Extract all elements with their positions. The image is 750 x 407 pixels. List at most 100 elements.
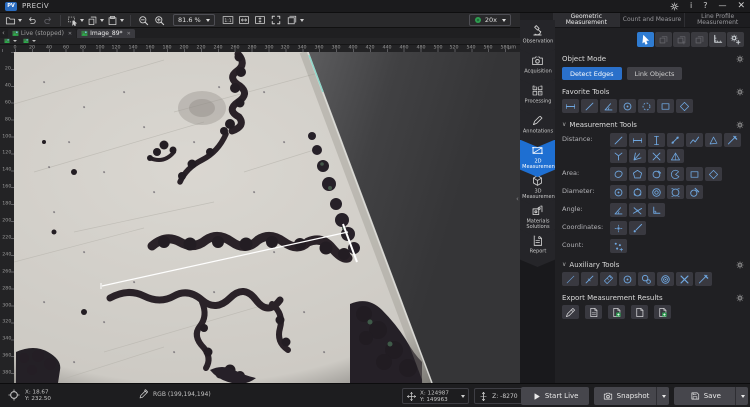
tool-circconc-button[interactable]: [648, 185, 665, 199]
collapse-panel-arrow[interactable]: ‹: [516, 195, 519, 203]
fit-width-button[interactable]: [238, 14, 251, 27]
gallery-button[interactable]: [23, 38, 36, 44]
object-mode-settings-icon[interactable]: [736, 55, 744, 63]
settings-icon[interactable]: [670, 2, 679, 11]
tool-circ2-button[interactable]: [619, 99, 636, 113]
tool-countdots-button[interactable]: [610, 239, 627, 253]
zoom-out-button[interactable]: [137, 14, 150, 27]
mode-detect-edges-button[interactable]: Detect Edges: [562, 67, 622, 80]
tool-pointline-button[interactable]: [629, 221, 646, 235]
stage-xy-control[interactable]: X: 124987 Y: 149963: [402, 388, 469, 404]
duplicate-alt-button[interactable]: [691, 32, 708, 47]
tool-fan-button[interactable]: [629, 149, 646, 163]
image-viewport[interactable]: [14, 52, 520, 383]
tool-lineh-button[interactable]: [562, 99, 579, 113]
tool-linetick-button[interactable]: [581, 272, 598, 286]
tool-cross-button[interactable]: [676, 272, 693, 286]
tool-anglelines-button[interactable]: [610, 149, 627, 163]
tool-rulerband-button[interactable]: [600, 272, 617, 286]
tool-fanline-button[interactable]: [705, 133, 722, 147]
snapshot-button[interactable]: Snapshot: [594, 387, 668, 405]
tool-polyline-button[interactable]: [686, 133, 703, 147]
zoom-in-button[interactable]: [153, 14, 166, 27]
tab-geometric-measurement[interactable]: Geometric Measurement: [553, 13, 619, 27]
tool-polygon-button[interactable]: [629, 167, 646, 181]
tool-angle3-button[interactable]: [600, 99, 617, 113]
tool-rect-button[interactable]: [686, 167, 703, 181]
snapshot-dropdown[interactable]: [656, 387, 669, 405]
copy-button[interactable]: [87, 14, 104, 27]
tool-spline-button[interactable]: [648, 167, 665, 181]
window-layout-button[interactable]: [286, 14, 304, 27]
select-cursor-button[interactable]: [637, 32, 654, 47]
duplicate-object-button[interactable]: [655, 32, 672, 47]
tool-thinline-button[interactable]: [562, 272, 579, 286]
tool-diamond-button[interactable]: [705, 167, 722, 181]
tool-filegreen-button[interactable]: [654, 305, 671, 319]
tool-rect-button[interactable]: [657, 99, 674, 113]
paste-button[interactable]: [107, 14, 124, 27]
tool-fileplain-button[interactable]: [631, 305, 648, 319]
tool-linev-button[interactable]: [648, 133, 665, 147]
tool-caliper-button[interactable]: [667, 133, 684, 147]
overlay-layers-button[interactable]: [4, 38, 17, 44]
tool-filedoc-button[interactable]: [585, 305, 602, 319]
corner-measure-button[interactable]: [709, 32, 726, 47]
tab-scroll-left-icon[interactable]: ‹: [2, 29, 5, 37]
favorite-tools-settings-icon[interactable]: [736, 88, 744, 96]
close-tab-icon[interactable]: ✕: [127, 31, 131, 37]
zoom-level-select[interactable]: 81.6 %: [173, 14, 215, 26]
save-dropdown[interactable]: [735, 387, 748, 405]
mode-link-objects-button[interactable]: Link Objects: [627, 67, 683, 80]
help-icon[interactable]: ?: [703, 2, 707, 10]
tool-diamond-button[interactable]: [676, 99, 693, 113]
fullscreen-button[interactable]: [270, 14, 283, 27]
objective-select[interactable]: 20x: [469, 14, 511, 26]
save-button[interactable]: Save: [674, 387, 748, 405]
tool-angle3-button[interactable]: [610, 203, 627, 217]
open-file-button[interactable]: [5, 14, 22, 27]
tool-penline-button[interactable]: [724, 133, 741, 147]
collapse-chevron-icon[interactable]: ∨: [562, 262, 566, 268]
redo-button[interactable]: [41, 14, 54, 27]
tool-point-button[interactable]: [610, 221, 627, 235]
close-tab-icon[interactable]: ✕: [68, 31, 72, 37]
tool-circmag-button[interactable]: [638, 272, 655, 286]
sidebar-item-observation[interactable]: Observation: [520, 20, 555, 57]
tool-circ3-button[interactable]: [629, 185, 646, 199]
tab-count-and-measure[interactable]: Count and Measure: [619, 13, 685, 27]
tool-circ2-button[interactable]: [619, 272, 636, 286]
document-tab-live-stopped[interactable]: Live (stopped)✕: [8, 29, 76, 38]
select-tool-button[interactable]: [67, 14, 84, 27]
tool-penline-button[interactable]: [695, 272, 712, 286]
collapse-chevron-icon[interactable]: ∨: [562, 122, 566, 128]
document-tab-image-89[interactable]: Image_89*✕: [77, 29, 135, 38]
duplicate-add-button[interactable]: [673, 32, 690, 47]
tool-lasso-button[interactable]: [610, 167, 627, 181]
export-settings-icon[interactable]: [736, 294, 744, 302]
start-live-button[interactable]: Start Live: [521, 387, 589, 405]
actual-size-button[interactable]: 1:1: [222, 14, 235, 27]
tool-sector-button[interactable]: [667, 167, 684, 181]
tab-line-profile-measurement[interactable]: Line Profile Measurement: [684, 13, 750, 27]
tool-angle4-button[interactable]: [629, 203, 646, 217]
tool-options-button[interactable]: [727, 32, 744, 47]
undo-button[interactable]: [25, 14, 38, 27]
tool-lineh-button[interactable]: [629, 133, 646, 147]
tool-tridist-button[interactable]: [667, 149, 684, 163]
tool-filegreen-button[interactable]: [608, 305, 625, 319]
fit-window-button[interactable]: [254, 14, 267, 27]
tool-circdash-button[interactable]: [638, 99, 655, 113]
tool-line-button[interactable]: [610, 133, 627, 147]
tool-circfit-button[interactable]: [667, 185, 684, 199]
info-icon[interactable]: i: [690, 2, 692, 10]
measurement-tools-settings-icon[interactable]: [736, 121, 744, 129]
close-icon[interactable]: ✕: [737, 2, 745, 11]
tool-circ2-button[interactable]: [610, 185, 627, 199]
auxiliary-tools-settings-icon[interactable]: [736, 261, 744, 269]
tool-circpen-button[interactable]: [686, 185, 703, 199]
minimize-icon[interactable]: —: [718, 2, 726, 10]
tool-penslash-button[interactable]: [562, 305, 579, 319]
tool-line-button[interactable]: [581, 99, 598, 113]
tool-target-button[interactable]: [657, 272, 674, 286]
